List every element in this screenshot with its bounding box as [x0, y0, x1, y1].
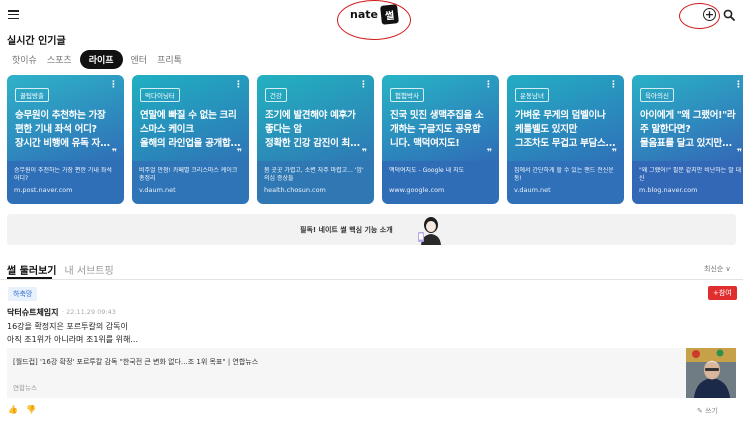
- plus-circle-icon[interactable]: +: [703, 8, 716, 21]
- popular-card[interactable]: 건강 ⋮ 조기에 발견해야 예후가 좋다는 암 정확한 긴강 감진이 최... …: [257, 75, 374, 204]
- quote-icon: ❞: [236, 148, 242, 158]
- card-headline: 승무원이 추천하는 가장 편한 기내 좌석 어디? 장시간 비행에 유독 자..…: [15, 110, 110, 149]
- card-headline: 진국 밋진 생맥주집을 소 개하는 구글지도 공유합 니다. 맥덕여지도!: [390, 110, 484, 149]
- write-button[interactable]: ✎ 쓰기: [697, 406, 718, 416]
- tab-free-talk[interactable]: 프리톡: [152, 50, 187, 69]
- feature-banner[interactable]: 필독! 네이트 썰 핵심 기능 소개: [7, 214, 736, 245]
- quote-icon: ❞: [486, 148, 492, 158]
- card-source: health.chosun.com: [264, 186, 326, 194]
- tab-hot-issue[interactable]: 핫이슈: [7, 50, 42, 69]
- quote-icon: ❞: [611, 148, 617, 158]
- reaction-icons: 👍 👎: [8, 405, 36, 414]
- card-description: "왜 그랬어!" 필문 같지만 비난하는 말 대신: [639, 167, 742, 182]
- category-badge[interactable]: 하축망: [8, 287, 38, 301]
- section-title: 실시간 인기글: [7, 36, 66, 47]
- card-top: 먹다이닝터 ⋮ 연말에 빠질 수 없는 크리 스마스 케이크 올해의 라인업을 …: [132, 75, 249, 161]
- tab-life[interactable]: 라이프: [79, 50, 123, 69]
- post-text-line[interactable]: 아직 조1위가 아니라며 조1위를 위해...: [7, 334, 138, 345]
- popular-card[interactable]: 육아의신 ⋮ 아이에게 "왜 그랬어!"라 주 말한다면? 물음표를 달고 있지…: [632, 75, 743, 204]
- card-bottom: "왜 그랬어!" 필문 같지만 비난하는 말 대신 m.blog.naver.c…: [632, 161, 743, 204]
- link-preview[interactable]: [월드컵] '16강 확정' 포르투칼 감독 "한국전 큰 변화 없다...조 …: [7, 348, 736, 398]
- card-badge: 험험박사: [390, 88, 424, 102]
- more-icon[interactable]: ⋮: [234, 81, 243, 90]
- card-description: 비주얼 만점! 카페별 크리스마스 케이크 총정리: [139, 167, 238, 182]
- card-badge: 운동남녀: [515, 88, 549, 102]
- card-description: 집에서 간단하게 할 수 있는 맨드 전신운동!: [514, 167, 614, 182]
- popular-card[interactable]: 험험박사 ⋮ 진국 밋진 생맥주집을 소 개하는 구글지도 공유합 니다. 맥덕…: [382, 75, 499, 204]
- post-date: · 22.11.29 09:43: [62, 308, 116, 316]
- card-badge: 먹다이닝터: [140, 88, 180, 102]
- divider: [0, 279, 743, 280]
- card-headline: 가벼운 무게의 덤벨이나 케틀벨도 있지만 그조차도 무겁고 부담스...: [515, 110, 616, 149]
- search-icon[interactable]: [723, 9, 735, 21]
- banner-text: 필독! 네이트 썰 핵심 기능 소개: [300, 226, 393, 234]
- quote-icon: ❞: [361, 148, 367, 158]
- card-badge: 건강: [265, 88, 287, 102]
- card-top: 건강 ⋮ 조기에 발견해야 예후가 좋다는 암 정확한 긴강 감진이 최... …: [257, 75, 374, 161]
- post-text-line[interactable]: 16강을 확정지은 포르투칼의 감독이: [7, 321, 128, 332]
- top-bar: nate 썰 +: [0, 0, 743, 40]
- more-icon[interactable]: ⋮: [609, 81, 618, 90]
- card-description: 몸 곳곳 가렵고, 소변 자주 마렵고... '암' 의심 증상들: [264, 167, 364, 182]
- quote-icon: ❞: [736, 148, 742, 158]
- card-bottom: 몸 곳곳 가렵고, 소변 자주 마렵고... '암' 의심 증상들 health…: [257, 161, 374, 204]
- link-title: [월드컵] '16강 확정' 포르투칼 감독 "한국전 큰 변화 없다...조 …: [13, 358, 259, 366]
- hamburger-icon[interactable]: [8, 10, 19, 20]
- popular-card[interactable]: 운동남녀 ⋮ 가벼운 무게의 덤벨이나 케틀벨도 있지만 그조차도 무겁고 부담…: [507, 75, 624, 204]
- card-bottom: 맥덕여지도 - Google 내 지도 www.google.com: [382, 161, 499, 204]
- tab-sports[interactable]: 스포츠: [42, 50, 77, 69]
- tab-browse[interactable]: 썰 둘러보기: [7, 262, 56, 277]
- card-badge: 꿀팁방출: [15, 88, 49, 102]
- card-bottom: 승무원이 추천하는 가장 편한 기내 좌석 어디? m.post.naver.c…: [7, 161, 124, 204]
- logo-annotation-circle: [337, 0, 411, 40]
- thumbs-up-icon[interactable]: 👍: [8, 405, 18, 414]
- more-icon[interactable]: ⋮: [484, 81, 493, 90]
- link-source: 연합뉴스: [13, 384, 37, 392]
- more-icon[interactable]: ⋮: [359, 81, 368, 90]
- join-button[interactable]: +참여: [708, 286, 737, 300]
- thumbs-down-icon[interactable]: 👎: [26, 405, 36, 414]
- card-headline: 연말에 빠질 수 없는 크리 스마스 케이크 올해의 라인업을 공개합...: [140, 110, 241, 149]
- tab-my-subscriptions[interactable]: 내 서브트핑: [64, 262, 113, 277]
- sort-dropdown[interactable]: 최신순 ∨: [704, 264, 731, 274]
- card-description: 맥덕여지도 - Google 내 지도: [389, 167, 465, 174]
- quote-icon: ❞: [111, 148, 117, 158]
- category-tabs: 핫이슈 스포츠 라이프 엔터 프리톡: [7, 50, 187, 69]
- card-top: 육아의신 ⋮ 아이에게 "왜 그랬어!"라 주 말한다면? 물음표를 달고 있지…: [632, 75, 743, 161]
- card-badge: 육아의신: [640, 88, 674, 102]
- popular-cards: 꿀팁방출 ⋮ 승무원이 추천하는 가장 편한 기내 좌석 어디? 장시간 비행에…: [7, 75, 743, 205]
- card-source: m.post.naver.com: [14, 186, 73, 194]
- card-source: www.google.com: [389, 186, 445, 194]
- card-top: 운동남녀 ⋮ 가벼운 무게의 덤벨이나 케틀벨도 있지만 그조차도 무겁고 부담…: [507, 75, 624, 161]
- more-icon[interactable]: ⋮: [109, 81, 118, 90]
- card-headline: 조기에 발견해야 예후가 좋다는 암 정확한 긴강 감진이 최...: [265, 110, 360, 149]
- card-source: v.daum.net: [139, 186, 176, 194]
- card-bottom: 비주얼 만점! 카페별 크리스마스 케이크 총정리 v.daum.net: [132, 161, 249, 204]
- girl-holding-phone-illustration: [418, 217, 441, 245]
- card-bottom: 집에서 간단하게 할 수 있는 맨드 전신운동! v.daum.net: [507, 161, 624, 204]
- popular-card[interactable]: 먹다이닝터 ⋮ 연말에 빠질 수 없는 크리 스마스 케이크 올해의 라인업을 …: [132, 75, 249, 204]
- tab-entertainment[interactable]: 엔터: [126, 50, 153, 69]
- card-top: 꿀팁방출 ⋮ 승무원이 추천하는 가장 편한 기내 좌석 어디? 장시간 비행에…: [7, 75, 124, 161]
- post-author[interactable]: 닥터슈트체임지: [7, 307, 59, 318]
- card-source: m.blog.naver.com: [639, 186, 698, 194]
- card-description: 승무원이 추천하는 가장 편한 기내 좌석 어디?: [14, 167, 112, 182]
- write-label: 쓰기: [705, 407, 718, 415]
- popular-card[interactable]: 꿀팁방출 ⋮ 승무원이 추천하는 가장 편한 기내 좌석 어디? 장시간 비행에…: [7, 75, 124, 204]
- coach-photo-thumbnail: [686, 348, 736, 398]
- card-headline: 아이에게 "왜 그랬어!"라 주 말한다면? 물음표를 달고 있지만...: [640, 110, 736, 149]
- card-source: v.daum.net: [514, 186, 551, 194]
- feed-tabs: 썰 둘러보기 내 서브트핑: [7, 262, 114, 277]
- card-top: 험험박사 ⋮ 진국 밋진 생맥주집을 소 개하는 구글지도 공유합 니다. 맥덕…: [382, 75, 499, 161]
- more-icon[interactable]: ⋮: [734, 81, 743, 90]
